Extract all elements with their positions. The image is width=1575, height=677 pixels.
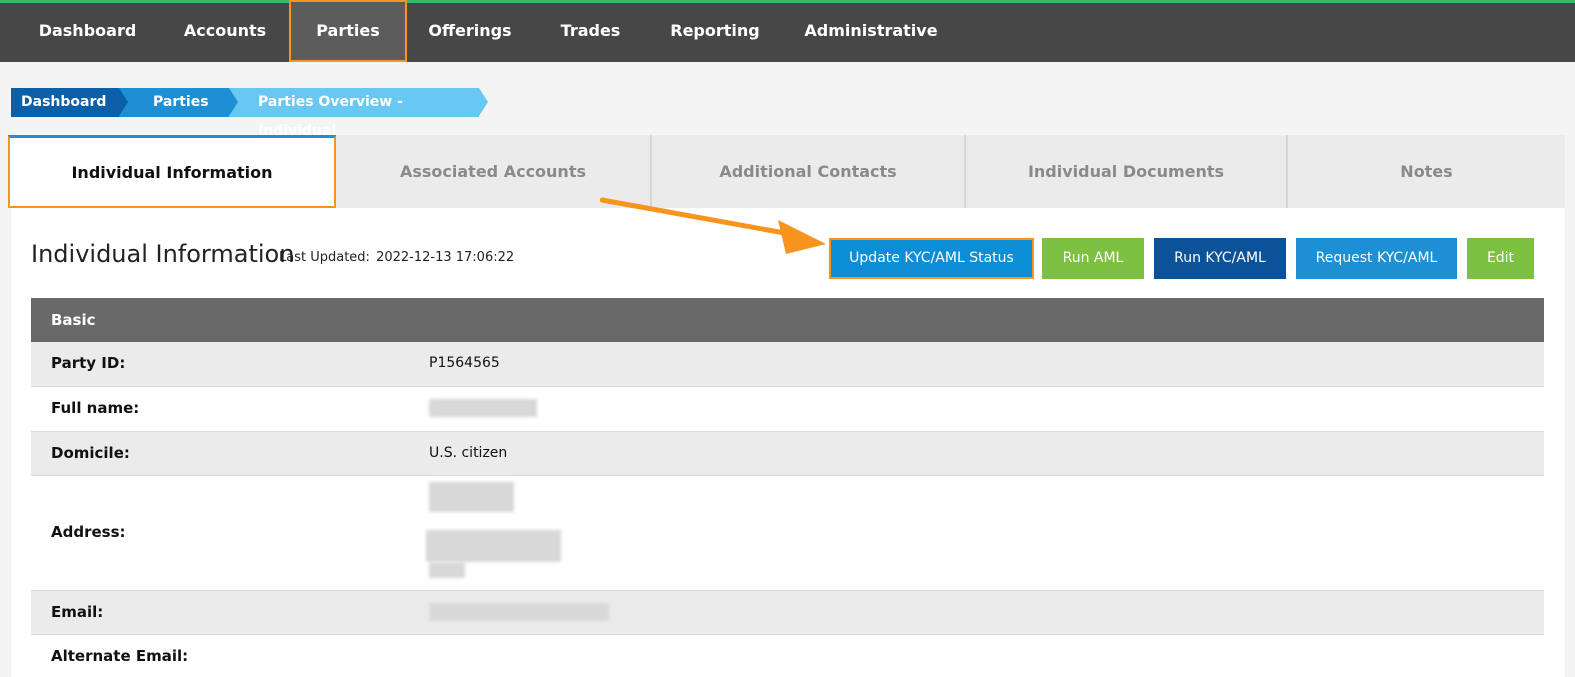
nav-dashboard[interactable]: Dashboard (30, 0, 145, 62)
table-row: Full name: (31, 387, 1544, 432)
update-kyc-aml-status-button[interactable]: Update KYC/AML Status (829, 238, 1034, 279)
redacted-value (429, 399, 537, 417)
breadcrumb-current: Parties Overview - Individual (227, 88, 488, 139)
nav-trades[interactable]: Trades (548, 0, 633, 62)
run-aml-button[interactable]: Run AML (1042, 238, 1144, 279)
breadcrumb-dashboard[interactable]: Dashboard (11, 88, 128, 117)
table-row: Alternate Email: (31, 635, 1544, 677)
table-row: Address: (31, 476, 1544, 591)
redacted-value (429, 482, 514, 512)
nav-offerings[interactable]: Offerings (420, 0, 520, 62)
row-value: U.S. citizen (429, 445, 508, 461)
row-label: Alternate Email: (51, 647, 189, 665)
tab-individual-documents[interactable]: Individual Documents (964, 135, 1286, 208)
annotation-arrow-icon (600, 197, 826, 254)
last-updated: Last Updated: 2022-12-13 17:06:22 (279, 250, 514, 265)
section-title: Individual Information (31, 240, 295, 268)
last-updated-label: Last Updated: (279, 250, 370, 265)
edit-button[interactable]: Edit (1467, 238, 1534, 279)
redacted-value (426, 530, 561, 562)
nav-accounts[interactable]: Accounts (175, 0, 275, 62)
top-navigation: Dashboard Accounts Parties Offerings Tra… (0, 0, 1575, 62)
nav-administrative[interactable]: Administrative (800, 0, 942, 62)
request-kyc-aml-button[interactable]: Request KYC/AML (1296, 238, 1457, 279)
row-label: Full name: (51, 399, 140, 417)
nav-parties[interactable]: Parties (289, 0, 407, 62)
row-label: Email: (51, 603, 104, 621)
table-row: Domicile: U.S. citizen (31, 432, 1544, 476)
nav-reporting[interactable]: Reporting (665, 0, 765, 62)
breadcrumb-parties[interactable]: Parties (117, 88, 238, 117)
redacted-value (429, 603, 609, 621)
table-header-basic: Basic (31, 298, 1544, 342)
last-updated-value: 2022-12-13 17:06:22 (376, 250, 515, 265)
tab-notes[interactable]: Notes (1286, 135, 1565, 208)
table-row: Party ID: P1564565 (31, 342, 1544, 387)
row-label: Party ID: (51, 354, 126, 372)
row-label: Domicile: (51, 444, 130, 462)
row-value: P1564565 (429, 355, 500, 371)
redacted-value (429, 562, 465, 578)
run-kyc-aml-button[interactable]: Run KYC/AML (1154, 238, 1286, 279)
table-row: Email: (31, 591, 1544, 635)
row-label: Address: (51, 523, 126, 541)
